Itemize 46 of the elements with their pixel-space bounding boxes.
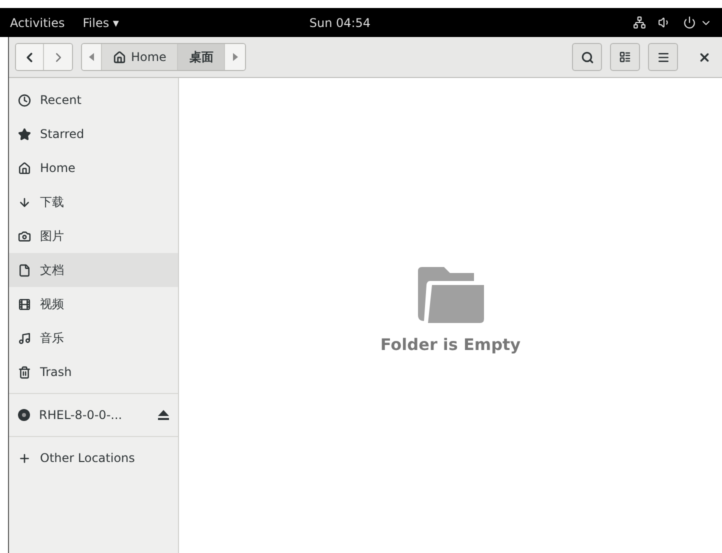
trash-icon xyxy=(18,366,31,378)
activities-button[interactable]: Activities xyxy=(10,16,65,30)
empty-folder-message: Folder is Empty xyxy=(380,335,521,354)
path-button[interactable]: 桌面 xyxy=(178,44,226,70)
menu-button[interactable] xyxy=(648,43,678,71)
left-triangle-icon xyxy=(89,53,94,61)
plus-icon xyxy=(18,452,31,464)
scroll-right-button[interactable] xyxy=(225,44,246,70)
sidebar-item[interactable]: 视频 xyxy=(9,287,178,321)
app-menu[interactable]: Files ▾ xyxy=(82,16,119,30)
right-triangle-icon xyxy=(232,53,238,61)
film-icon xyxy=(18,298,31,310)
clock-icon xyxy=(18,94,31,106)
sidebar-item[interactable]: Recent xyxy=(9,83,178,117)
sidebar-item[interactable]: Trash xyxy=(9,355,178,389)
scroll-left-button[interactable] xyxy=(82,44,102,70)
sidebar-item[interactable]: 音乐 xyxy=(9,321,178,355)
document-icon xyxy=(18,264,31,276)
music-note-icon xyxy=(18,332,31,344)
list-view-icon xyxy=(619,51,631,63)
sidebar-item[interactable]: 文档 xyxy=(9,253,178,287)
menu-icon xyxy=(656,50,670,64)
disc-icon xyxy=(18,409,30,421)
star-icon xyxy=(18,128,31,140)
search-button[interactable] xyxy=(572,43,602,71)
view-toggle-button[interactable] xyxy=(610,43,640,71)
home-icon xyxy=(113,50,126,64)
back-button[interactable] xyxy=(16,44,44,70)
path-button[interactable]: Home xyxy=(102,44,178,70)
sidebar-item[interactable]: 图片 xyxy=(9,219,178,253)
sidebar-item[interactable]: Other Locations xyxy=(9,441,178,475)
sidebar-item[interactable]: 下载 xyxy=(9,185,178,219)
download-icon xyxy=(18,196,31,208)
power-icon[interactable] xyxy=(683,16,696,29)
network-icon[interactable] xyxy=(633,16,646,29)
camera-icon xyxy=(18,230,31,242)
sidebar-item[interactable]: Starred xyxy=(9,117,178,151)
search-icon xyxy=(580,50,594,64)
clock[interactable]: Sun 04:54 xyxy=(136,16,543,30)
volume-icon[interactable] xyxy=(658,16,671,29)
eject-icon[interactable] xyxy=(158,410,169,420)
folder-icon xyxy=(418,267,484,323)
sidebar-item[interactable]: RHEL-8-0-0-... xyxy=(9,398,178,432)
close-icon xyxy=(698,50,710,64)
sidebar-item[interactable]: Home xyxy=(9,151,178,185)
home-icon xyxy=(18,162,31,174)
